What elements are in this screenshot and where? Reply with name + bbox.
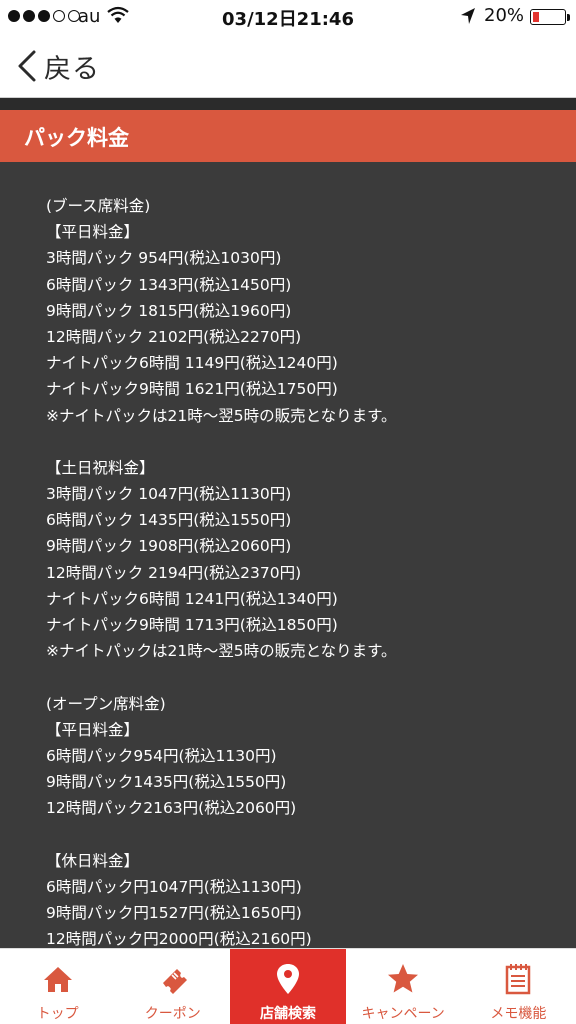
home-icon <box>43 967 72 992</box>
tab-top[interactable]: トップ <box>0 949 115 1024</box>
tab-campaign[interactable]: キャンペーン <box>346 949 461 1024</box>
pricing-line: 6時間パック954円(税込1130円) <box>46 746 277 765</box>
battery-icon <box>530 9 566 25</box>
tab-label: 店舗検索 <box>259 1006 316 1022</box>
section-title: パック料金 <box>24 126 129 150</box>
pricing-line: 9時間パック 1908円(税込2060円) <box>46 537 292 556</box>
tab-label: メモ機能 <box>490 1006 547 1022</box>
tab-memo[interactable]: メモ機能 <box>461 949 576 1024</box>
section-header: パック料金 <box>0 110 576 162</box>
pricing-line: ナイトパック9時間 1713円(税込1850円) <box>46 616 338 634</box>
divider <box>0 98 576 110</box>
status-bar: au 03/12日21:46 20% <box>0 0 576 34</box>
battery-percent: 20% <box>484 5 525 26</box>
location-arrow-icon <box>461 8 475 24</box>
pricing-line: (オープン席料金) <box>46 694 166 713</box>
pricing-line: 12時間パック 2102円(税込2270円) <box>46 327 302 346</box>
pricing-line: ※ナイトパックは21時～翌5時の販売となります。 <box>46 406 397 425</box>
pricing-line: 6時間パック 1343円(税込1450円) <box>46 275 292 294</box>
tab-bar: トップ クーポン 店舗検索 キャンペーン メモ機能 <box>0 948 576 1024</box>
tab-label: トップ <box>36 1006 79 1022</box>
pricing-line: 【平日料金】 <box>46 223 140 242</box>
battery-level <box>532 11 539 22</box>
pricing-line: 12時間パック 2194円(税込2370円) <box>46 563 302 582</box>
pricing-line: 3時間パック 954円(税込1030円) <box>46 249 282 268</box>
pricing-line: 9時間パック円1527円(税込1650円) <box>46 904 302 923</box>
pricing-line <box>46 664 397 690</box>
ticket-icon <box>162 969 187 994</box>
pricing-line: 3時間パック 1047円(税込1130円) <box>46 485 292 504</box>
tab-store-search[interactable]: 店舗検索 <box>230 949 346 1024</box>
tab-label: クーポン <box>144 1006 201 1022</box>
pricing-line: 6時間パック円1047円(税込1130円) <box>46 877 302 896</box>
pricing-line: (ブース席料金) <box>46 197 151 215</box>
pricing-line: 12時間パック円2000円(税込2160円) <box>46 930 312 948</box>
pricing-line: ナイトパック6時間 1241円(税込1340円) <box>46 589 338 608</box>
tab-label: キャンペーン <box>361 1006 445 1022</box>
pricing-line: 12時間パック2163円(税込2060円) <box>46 799 297 818</box>
pricing-line <box>46 429 397 455</box>
pricing-line: ※ナイトパックは21時～翌5時の販売となります。 <box>46 642 397 661</box>
star-icon <box>388 964 419 993</box>
pricing-line: 9時間パック1435円(税込1550円) <box>46 773 287 792</box>
chevron-left-icon <box>18 50 36 82</box>
navigation-bar: 戻る <box>0 34 576 98</box>
map-pin-icon <box>276 964 299 994</box>
pricing-line: 6時間パック 1435円(税込1550円) <box>46 511 292 530</box>
notepad-icon <box>506 964 531 995</box>
back-button[interactable]: 戻る <box>16 46 100 86</box>
pricing-line: ナイトパック9時間 1621円(税込1750円) <box>46 380 338 399</box>
pricing-line: 【休日料金】 <box>46 851 140 870</box>
back-label: 戻る <box>44 53 100 85</box>
pricing-text: (ブース席料金) 【平日料金】 3時間パック 954円(税込1030円) 6時間パック… <box>46 193 397 948</box>
battery-tip <box>567 14 570 21</box>
pricing-content[interactable]: (ブース席料金) 【平日料金】 3時間パック 954円(税込1030円) 6時間パック… <box>0 163 576 948</box>
pricing-line: 9時間パック 1815円(税込1960円) <box>46 301 292 320</box>
pricing-line <box>46 822 397 848</box>
pricing-line: 【平日料金】 <box>46 720 140 739</box>
pricing-line: 【土日祝料金】 <box>46 458 155 477</box>
tab-coupon[interactable]: クーポン <box>115 949 230 1024</box>
pricing-line: ナイトパック6時間 1149円(税込1240円) <box>46 354 338 373</box>
